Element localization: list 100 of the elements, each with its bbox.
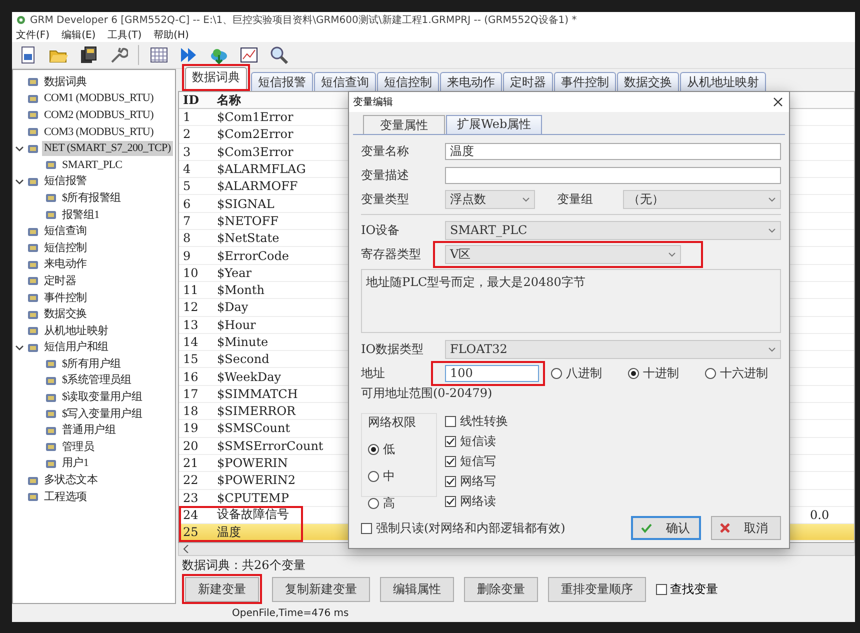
tab[interactable]: 变量属性 xyxy=(363,115,445,134)
input-field[interactable]: 温度 xyxy=(445,142,781,160)
stack-icon[interactable] xyxy=(78,45,98,65)
toolbar-button[interactable]: 新建变量 xyxy=(185,577,259,602)
chevron-icon[interactable] xyxy=(15,177,24,186)
checkbox[interactable] xyxy=(445,436,456,447)
radio-button[interactable] xyxy=(368,444,379,455)
tree-item[interactable]: 定时器 xyxy=(42,274,78,289)
tree-item[interactable]: 从机地址映射 xyxy=(42,324,110,339)
tree-item[interactable]: 事件控制 xyxy=(42,290,89,306)
checkbox[interactable] xyxy=(445,456,456,467)
close-icon[interactable] xyxy=(773,97,783,107)
radio-button[interactable] xyxy=(628,368,639,378)
radio-button[interactable] xyxy=(705,368,716,378)
dropdown[interactable]: V区 xyxy=(445,244,681,264)
dropdown[interactable]: SMART_PLC xyxy=(445,220,781,240)
table-cell-text: 22 xyxy=(182,473,200,488)
table-cell-text: 11 xyxy=(182,283,200,298)
tree-item[interactable]: 普通用户组 xyxy=(60,423,118,438)
table-cell-text: $POWERIN2 xyxy=(216,473,297,488)
tree-item[interactable]: 短信报警 xyxy=(42,174,89,190)
radio-button[interactable] xyxy=(368,498,379,509)
radio-button[interactable] xyxy=(368,471,379,482)
tab[interactable]: 定时器 xyxy=(503,72,553,91)
tree-item[interactable]: 数据交换 xyxy=(42,307,89,322)
radio-button[interactable] xyxy=(551,368,562,378)
tab[interactable]: 事件控制 xyxy=(554,72,616,91)
chevron-icon[interactable] xyxy=(15,144,24,154)
table-cell-text: $SMSErrorCount xyxy=(216,438,324,453)
search-icon[interactable] xyxy=(269,45,289,65)
tree-item[interactable]: 工程选项 xyxy=(42,490,89,505)
caret-icon xyxy=(768,196,776,202)
tree-item[interactable]: 管理员 xyxy=(60,440,96,455)
dropdown-value: （无） xyxy=(628,190,664,208)
dropdown[interactable]: （无） xyxy=(623,190,781,208)
checkbox-label: 网络写 xyxy=(460,473,496,490)
scroll-left-icon[interactable] xyxy=(183,545,189,553)
toolbar-button[interactable]: 编辑属性 xyxy=(380,576,454,602)
tab[interactable]: 数据词典 xyxy=(185,67,247,89)
toolbar-button[interactable]: 复制新建变量 xyxy=(272,576,370,602)
menu-item[interactable]: 编辑(E) xyxy=(62,28,96,42)
table-cell-text: $Com3Error xyxy=(216,144,294,159)
tree-item[interactable]: 报警组1 xyxy=(60,208,102,223)
checkbox-label: 短信写 xyxy=(460,453,496,470)
tab[interactable]: 短信报警 xyxy=(251,72,313,91)
check-icon xyxy=(446,477,455,486)
dropdown-value: SMART_PLC xyxy=(450,223,528,237)
tree-item[interactable]: $所有报警组 xyxy=(60,190,123,206)
field-label: 寄存器类型 xyxy=(361,246,422,262)
checkbox[interactable] xyxy=(445,416,456,427)
toolbar-button[interactable]: 删除变量 xyxy=(464,576,538,602)
table-cell-text: $SIMERROR xyxy=(216,404,297,418)
tree-item[interactable]: $所有用户组 xyxy=(60,356,123,372)
table-cell-text: 10 xyxy=(182,266,200,280)
tab[interactable]: 来电动作 xyxy=(440,72,502,91)
checkbox[interactable] xyxy=(445,476,456,487)
tree-item[interactable]: $系统管理员组 xyxy=(60,373,134,388)
tree-item[interactable]: COM3 (MODBUS_RTU) xyxy=(42,124,156,140)
dropdown[interactable]: 浮点数 xyxy=(445,190,535,208)
tree-item[interactable]: 短信查询 xyxy=(42,224,89,240)
status-text: OpenFile,Time=476 ms xyxy=(232,608,349,618)
tree-item[interactable]: $写入变量用户组 xyxy=(60,406,144,422)
tree-item[interactable]: $读取变量用户组 xyxy=(60,390,144,406)
dropdown[interactable]: FLOAT32 xyxy=(445,340,781,358)
checkbox[interactable] xyxy=(361,522,372,534)
node-icon xyxy=(27,474,39,487)
tree-item[interactable]: 短信用户和组 xyxy=(42,340,110,356)
node-icon xyxy=(27,258,39,271)
tree-item[interactable]: 用户1 xyxy=(60,456,91,472)
dialog-button[interactable]: 取消 xyxy=(711,516,781,540)
menu-item[interactable]: 文件(F) xyxy=(16,28,50,42)
chevron-icon[interactable] xyxy=(15,343,24,352)
tree-item[interactable]: 多状态文本 xyxy=(42,473,100,488)
checkbox[interactable] xyxy=(445,496,456,507)
menu-item[interactable]: 帮助(H) xyxy=(154,28,189,42)
tree-item[interactable]: NET (SMART_S7_200_TCP) xyxy=(42,141,173,156)
chart-icon[interactable] xyxy=(239,45,259,65)
tree-item[interactable]: COM1 (MODBUS_RTU) xyxy=(42,91,156,106)
tree-item[interactable]: SMART_PLC xyxy=(60,158,124,173)
menu-item[interactable]: 工具(T) xyxy=(108,28,142,42)
column-header[interactable]: ID xyxy=(179,93,213,107)
tree-item[interactable]: 短信控制 xyxy=(42,240,89,256)
tab[interactable]: 数据交换 xyxy=(617,72,679,91)
tree-item[interactable]: 数据词典 xyxy=(42,74,89,90)
checkbox[interactable] xyxy=(656,584,667,594)
input-field[interactable]: 100 xyxy=(445,364,539,382)
table-cell-text: $Day xyxy=(216,300,250,314)
tab[interactable]: 扩展Web属性 xyxy=(446,115,542,134)
node-icon xyxy=(45,192,57,204)
tree-item[interactable]: COM2 (MODBUS_RTU) xyxy=(42,108,156,123)
table-cell-text: 5 xyxy=(182,179,192,194)
tree-item[interactable]: 来电动作 xyxy=(42,257,89,272)
tab[interactable]: 短信控制 xyxy=(377,72,439,91)
dialog-button[interactable]: 确认 xyxy=(631,516,701,540)
toolbar-button[interactable]: 重排变量顺序 xyxy=(548,576,646,602)
grid-icon[interactable] xyxy=(149,45,169,65)
tab[interactable]: 短信查询 xyxy=(314,72,376,91)
tab[interactable]: 从机地址映射 xyxy=(680,72,766,91)
input-field[interactable] xyxy=(445,166,781,184)
node-icon xyxy=(27,275,39,288)
